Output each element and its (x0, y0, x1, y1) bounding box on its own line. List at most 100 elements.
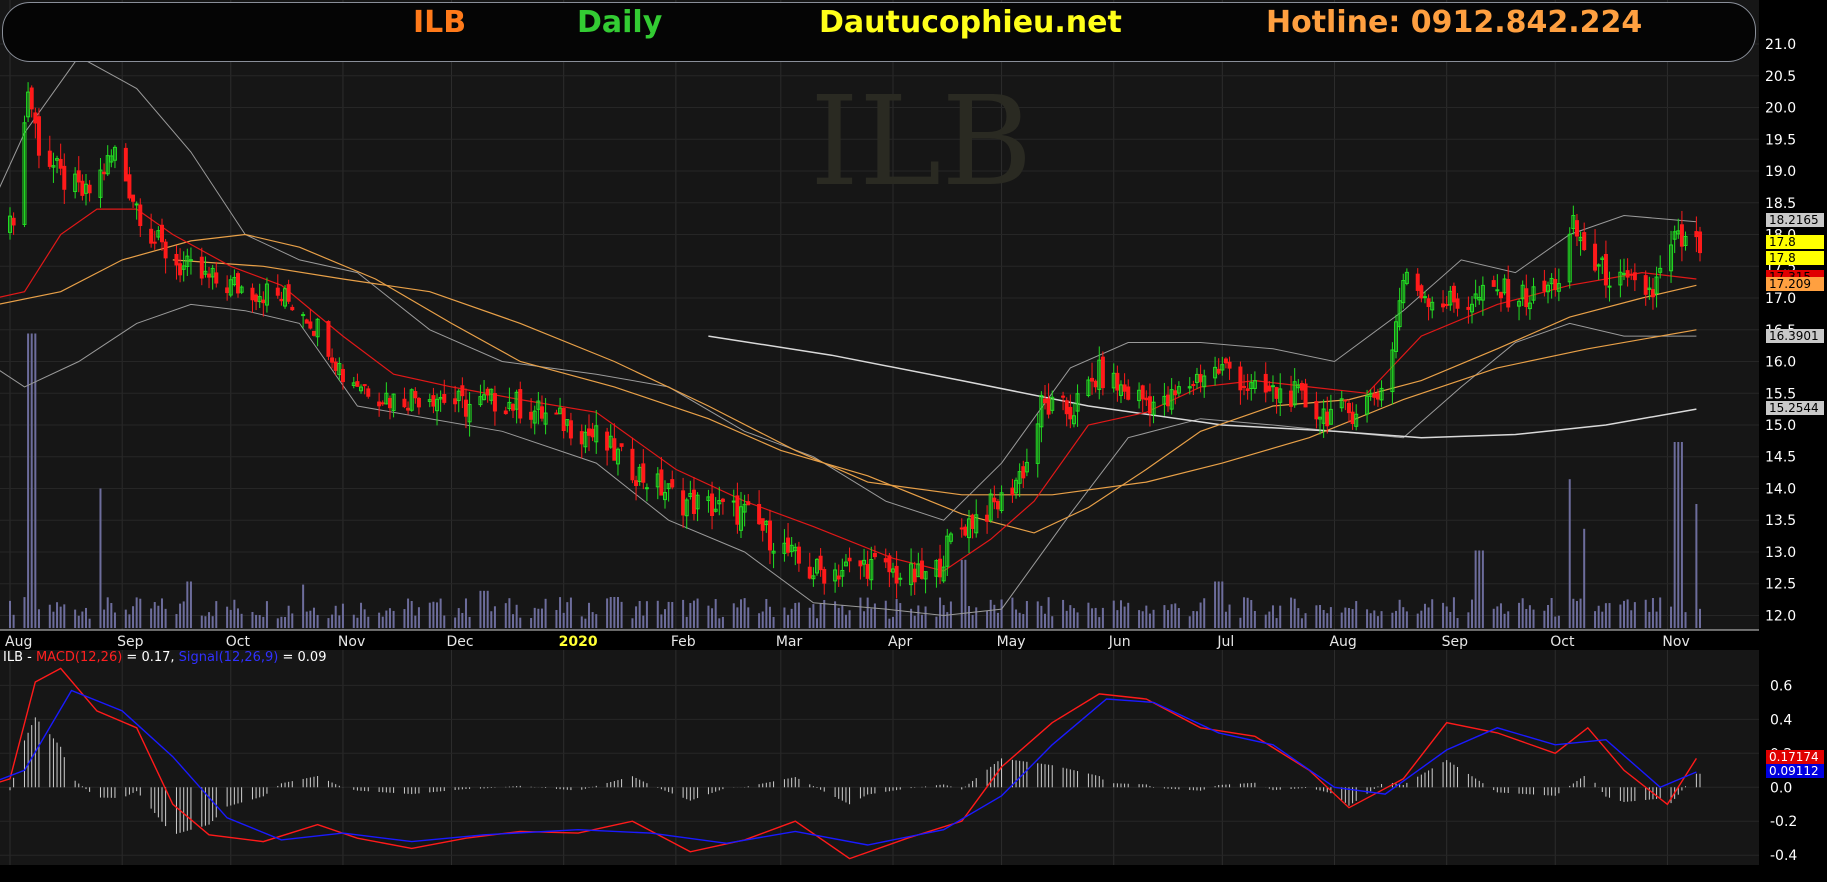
volume-bar (1072, 608, 1075, 628)
volume-bar (530, 618, 533, 628)
x-axis-label: Nov (338, 634, 365, 650)
volume-bar (110, 603, 113, 628)
volume-bar (1098, 617, 1101, 628)
volume-bar (1322, 609, 1325, 628)
volume-bar (1695, 504, 1698, 628)
volume-bar (1402, 607, 1405, 628)
volume-bar (403, 609, 406, 628)
volume-bar (1224, 611, 1227, 628)
volume-bar (1264, 614, 1267, 628)
candle-body (1372, 393, 1377, 398)
volume-bar (1608, 603, 1611, 628)
candle-body (279, 298, 284, 302)
volume-bar (758, 613, 761, 628)
volume-bar (240, 613, 243, 628)
candle-body (377, 401, 382, 407)
x-axis-label: Jul (1216, 634, 1234, 650)
volume-bar (859, 597, 862, 628)
candle-body (178, 263, 183, 276)
volume-bar (1195, 611, 1198, 628)
candle-body (511, 403, 516, 411)
x-axis-label: Apr (888, 634, 912, 650)
volume-bar (1557, 615, 1560, 628)
volume-bar (544, 598, 547, 628)
volume-bar (99, 488, 102, 628)
volume-bar (685, 616, 688, 628)
candle-body (1553, 278, 1558, 291)
volume-bar (519, 617, 522, 628)
volume-bar (667, 601, 670, 628)
volume-bar (1199, 602, 1202, 628)
candle-body (163, 241, 168, 259)
price-tag: 17.8 (1766, 235, 1824, 250)
volume-bar (707, 605, 710, 628)
volume-bar (540, 608, 543, 628)
volume-bar (1123, 606, 1126, 628)
volume-bar (942, 605, 945, 628)
candle-body (1267, 385, 1272, 392)
volume-bar (736, 607, 739, 628)
volume-bar (1119, 600, 1122, 628)
macd-tag: 0.17174 (1766, 750, 1824, 765)
volume-bar (1525, 608, 1528, 628)
candle-body (174, 253, 179, 266)
candle-body (995, 500, 1000, 510)
candle-body (1191, 384, 1196, 387)
volume-bar (233, 599, 236, 628)
volume-bar (1315, 605, 1318, 628)
volume-bar (113, 612, 116, 628)
candle-body (261, 299, 266, 304)
volume-bar (331, 614, 334, 628)
volume-bar (899, 603, 902, 628)
candle-body (406, 407, 411, 411)
volume-bar (1503, 613, 1506, 628)
volume-bar (211, 616, 214, 628)
volume-bar (1319, 604, 1322, 628)
candle-body (1274, 387, 1279, 399)
candle-body (1021, 466, 1026, 479)
volume-bar (986, 610, 989, 628)
volume-bar (1366, 609, 1369, 628)
candle-body (1115, 372, 1120, 391)
candle-body (1010, 487, 1015, 496)
volume-bar (59, 606, 62, 628)
candle-body (250, 287, 255, 301)
candle-body (29, 87, 34, 110)
volume-bar (392, 610, 395, 628)
volume-bar (1630, 610, 1633, 628)
candle-body (33, 112, 38, 124)
candle-body (985, 514, 990, 522)
candle-body (883, 558, 888, 563)
volume-bar (1094, 607, 1097, 628)
volume-bar (81, 611, 84, 628)
volume-bar (682, 599, 685, 628)
y-axis-label: 15.5 (1765, 386, 1796, 402)
volume-bar (135, 597, 138, 628)
volume-bar (9, 600, 11, 628)
candle-body (311, 330, 316, 336)
candle-body (387, 397, 392, 409)
candle-body (1147, 396, 1152, 414)
candle-body (691, 489, 696, 514)
candle-body (710, 493, 715, 517)
volume-bar (837, 607, 840, 628)
volume-bar (1329, 607, 1332, 628)
volume-bar (363, 609, 366, 628)
candle-body (1498, 291, 1503, 299)
volume-bar (1604, 603, 1607, 628)
candle-body (36, 116, 41, 156)
volume-bar (873, 603, 876, 628)
volume-bar (287, 605, 290, 628)
volume-bar (457, 608, 460, 628)
volume-bar (1344, 607, 1347, 628)
volume-bar (1427, 607, 1430, 628)
volume-bar (1467, 612, 1470, 628)
volume-bar (559, 597, 562, 628)
volume-bar (483, 590, 486, 628)
candle-body (561, 407, 566, 432)
macd-title: ILB - MACD(12,26) = 0.17, Signal(12,26,9… (3, 650, 326, 665)
volume-bar (512, 614, 515, 628)
volume-bar (175, 614, 178, 628)
volume-bar (1297, 608, 1300, 628)
volume-bar (34, 333, 37, 628)
